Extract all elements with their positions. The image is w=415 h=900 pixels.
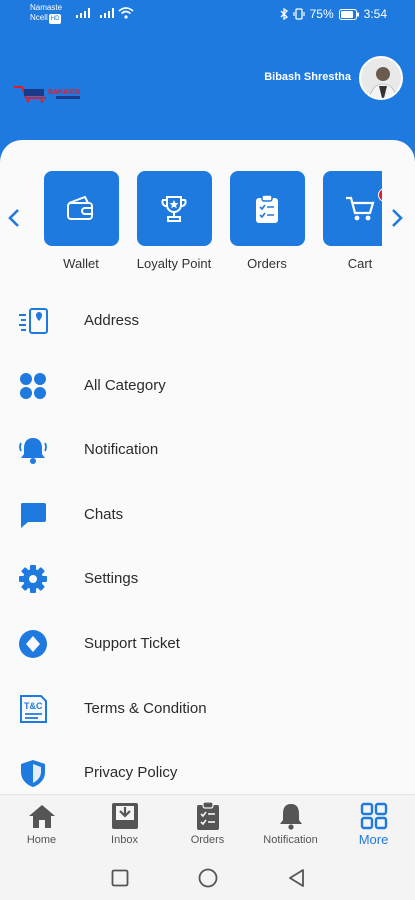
menu-list: Address All Category Notification Chats …	[0, 289, 415, 794]
quick-action-label: Wallet	[63, 256, 99, 271]
back-button[interactable]	[286, 868, 306, 888]
carrier-info: Namaste Ncell HD	[30, 3, 62, 24]
quick-action-cart[interactable]: 0 Cart	[313, 171, 382, 271]
menu-item-label: All Category	[84, 376, 166, 394]
menu-item-terms[interactable]: T&C Terms & Condition	[0, 677, 415, 742]
vibrate-icon	[293, 8, 305, 20]
category-icon	[16, 369, 50, 403]
menu-item-notification[interactable]: Notification	[0, 418, 415, 483]
recent-apps-button[interactable]	[110, 868, 130, 888]
menu-item-privacy-policy[interactable]: Privacy Policy	[0, 741, 415, 794]
home-button[interactable]	[198, 868, 218, 888]
quick-action-orders[interactable]: Orders	[220, 171, 314, 271]
menu-item-label: Notification	[84, 441, 159, 459]
quick-action-tile[interactable]: 0	[322, 171, 382, 246]
chat-icon	[16, 498, 50, 532]
quick-actions-carousel: Wallet Loyalty Point Orders Cart	[0, 140, 415, 280]
content-sheet: Wallet Loyalty Point Orders Cart Address…	[0, 140, 415, 794]
brand-logo[interactable]: BAKAIEN	[12, 82, 84, 104]
terms-icon: T&C	[16, 692, 50, 726]
battery-percent: 75%	[309, 7, 334, 21]
quick-action-tile[interactable]	[136, 171, 212, 246]
address-icon	[16, 304, 50, 338]
wifi-icon	[118, 7, 134, 19]
quick-action-tile[interactable]	[43, 171, 119, 246]
status-right: 75% 3:54	[280, 7, 387, 21]
grid-icon	[332, 801, 415, 831]
carrier-name: Namaste	[30, 3, 63, 12]
logo-text: BAKAIEN	[48, 89, 80, 96]
chevron-right-icon	[392, 209, 403, 227]
cart-badge: 0	[377, 188, 382, 202]
back-triangle-icon	[289, 869, 304, 887]
carrier-network: Ncell	[30, 13, 48, 22]
chevron-left-icon	[8, 209, 19, 227]
quick-actions-list: Wallet Loyalty Point Orders Cart	[34, 171, 382, 271]
menu-item-label: Settings	[84, 570, 139, 588]
home-icon	[0, 801, 83, 831]
nav-label: More	[358, 832, 389, 847]
nav-label: Orders	[190, 834, 225, 846]
signal-icon	[76, 8, 90, 18]
quick-action-label: Orders	[247, 256, 287, 271]
trophy-icon	[161, 195, 187, 222]
bell-icon	[249, 801, 332, 831]
username: Bibash Shrestha	[264, 71, 351, 83]
cart-icon	[346, 196, 375, 220]
menu-item-address[interactable]: Address	[0, 289, 415, 354]
wallet-icon	[67, 195, 93, 220]
inbox-icon	[83, 801, 166, 831]
nav-notification[interactable]: Notification	[249, 801, 332, 846]
clipboard-icon	[256, 193, 278, 223]
quick-action-wallet[interactable]: Wallet	[34, 171, 128, 271]
status-bar: Namaste Ncell HD 75% 3:54	[0, 0, 415, 30]
clock: 3:54	[363, 7, 387, 21]
system-nav-bar	[0, 852, 415, 900]
quick-action-tile[interactable]	[229, 171, 305, 246]
svg-text:T&C: T&C	[24, 701, 43, 711]
gear-icon	[16, 562, 50, 596]
hd-badge: HD	[48, 14, 62, 24]
menu-item-label: Terms & Condition	[84, 699, 207, 717]
nav-home[interactable]: Home	[0, 801, 83, 846]
nav-label: Inbox	[111, 834, 138, 846]
carousel-next-button[interactable]	[387, 206, 407, 230]
bottom-nav: Home Inbox Orders Notification More	[0, 794, 415, 852]
nav-orders[interactable]: Orders	[166, 801, 249, 846]
nav-more[interactable]: More	[332, 801, 415, 847]
menu-item-label: Chats	[84, 505, 124, 523]
bell-icon	[16, 433, 50, 467]
bluetooth-icon	[280, 8, 288, 20]
battery-icon	[338, 8, 359, 20]
menu-item-all-category[interactable]: All Category	[0, 354, 415, 419]
nav-inbox[interactable]: Inbox	[83, 801, 166, 846]
quick-action-loyalty[interactable]: Loyalty Point	[127, 171, 221, 271]
menu-item-settings[interactable]: Settings	[0, 547, 415, 612]
menu-item-chats[interactable]: Chats	[0, 483, 415, 548]
menu-item-support-ticket[interactable]: Support Ticket	[0, 612, 415, 677]
quick-action-label: Cart	[347, 256, 373, 271]
circle-icon	[198, 868, 218, 888]
nav-label: Home	[26, 834, 57, 846]
signal-icon-2	[100, 8, 114, 18]
avatar[interactable]	[359, 56, 403, 100]
square-icon	[111, 869, 129, 887]
ticket-icon	[16, 627, 50, 661]
nav-label: Notification	[263, 834, 318, 846]
quick-action-label: Loyalty Point	[136, 256, 212, 271]
header: BAKAIEN Bibash Shrestha	[0, 30, 415, 140]
carousel-prev-button[interactable]	[4, 206, 24, 230]
menu-item-label: Address	[84, 312, 140, 329]
menu-item-label: Privacy Policy	[84, 764, 178, 782]
orders-icon	[166, 801, 249, 831]
menu-item-label: Support Ticket	[84, 634, 180, 652]
shield-icon	[16, 756, 50, 790]
